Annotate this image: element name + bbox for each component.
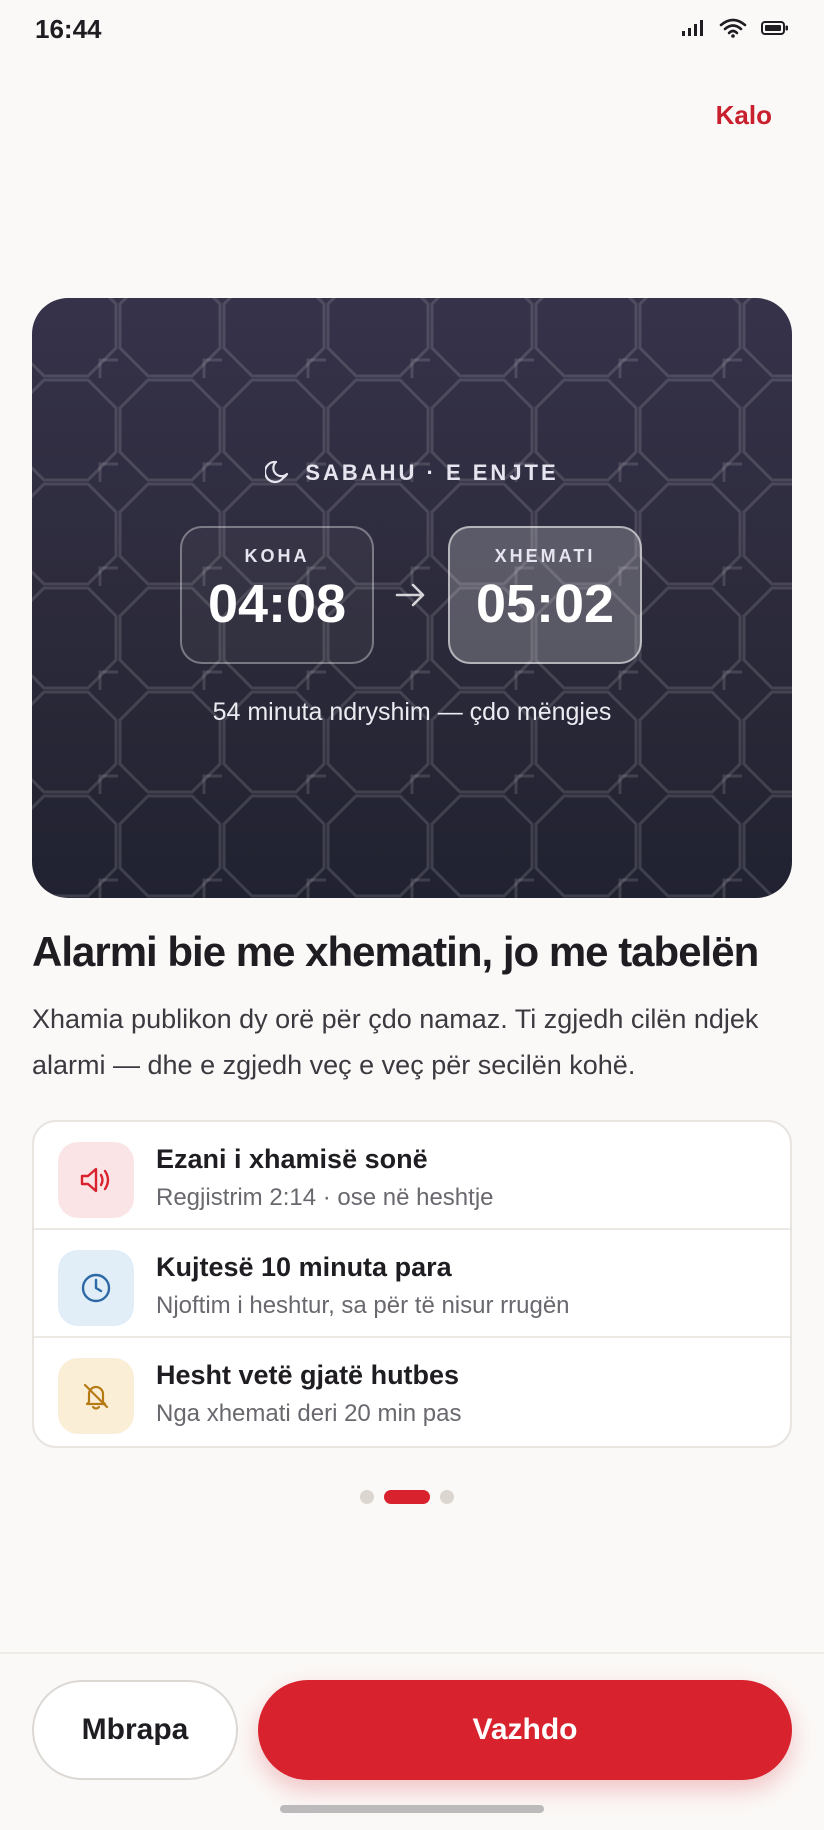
page-dot-active: [384, 1490, 430, 1504]
list-item-subtitle: Njoftim i heshtur, sa për të nisur rrugë…: [156, 1292, 570, 1319]
start-time-box: KOHA 04:08: [180, 526, 374, 664]
page-dot: [440, 1490, 454, 1504]
feature-list: Ezani i xhamisë sonë Regjistrim 2:14 · o…: [32, 1120, 792, 1448]
time-difference: 54 minuta ndryshim — çdo mëngjes: [212, 698, 612, 726]
congregation-time-value: 05:02: [475, 574, 615, 634]
continue-button[interactable]: Vazhdo: [258, 1680, 792, 1780]
arrow-right-icon: [394, 580, 428, 615]
list-item-subtitle: Regjistrim 2:14 · ose në heshtje: [156, 1184, 494, 1211]
list-item-subtitle: Nga xhemati deri 20 min pas: [156, 1400, 462, 1427]
list-item: Ezani i xhamisë sonë Regjistrim 2:14 · o…: [34, 1122, 790, 1230]
list-item: Hesht vetë gjatë hutbes Nga xhemati deri…: [34, 1338, 790, 1446]
home-indicator: [280, 1805, 544, 1813]
prayer-label: SABAHU · E ENJTE: [32, 458, 792, 490]
clock-icon: [58, 1250, 134, 1326]
list-item-title: Ezani i xhamisë sonë: [156, 1144, 428, 1174]
prayer-label-text: SABAHU · E ENJTE: [305, 460, 559, 485]
battery-icon: [761, 20, 789, 36]
speaker-icon: [58, 1142, 134, 1218]
signal-icon: [681, 19, 705, 37]
skip-button[interactable]: Kalo: [716, 100, 772, 131]
status-icons: [681, 18, 789, 38]
page-dot: [360, 1490, 374, 1504]
list-item: Kujtesë 10 minuta para Njoftim i heshtur…: [34, 1230, 790, 1338]
bell-off-icon: [58, 1358, 134, 1434]
bottom-bar: Mbrapa Vazhdo: [0, 1652, 824, 1830]
start-time-value: 04:08: [207, 574, 347, 634]
start-time-label: KOHA: [244, 546, 310, 566]
hero-card: SABAHU · E ENJTE KOHA 04:08 XHEMATI 05:0…: [32, 298, 792, 898]
page-title: Alarmi bie me xhematin, jo me tabelën: [32, 928, 759, 975]
congregation-time-box: XHEMATI 05:02: [448, 526, 642, 664]
moon-icon: [264, 458, 291, 490]
congregation-time-label: XHEMATI: [494, 546, 596, 566]
page-description: Xhamia publikon dy orë për çdo namaz. Ti…: [32, 1004, 759, 1080]
list-item-title: Hesht vetë gjatë hutbes: [156, 1360, 460, 1390]
status-bar: 16:44: [0, 0, 824, 60]
status-time: 16:44: [35, 14, 102, 44]
pagination-dots: [360, 1490, 454, 1504]
wifi-icon: [719, 18, 747, 38]
list-item-title: Kujtesë 10 minuta para: [156, 1252, 452, 1282]
back-button[interactable]: Mbrapa: [32, 1680, 238, 1780]
